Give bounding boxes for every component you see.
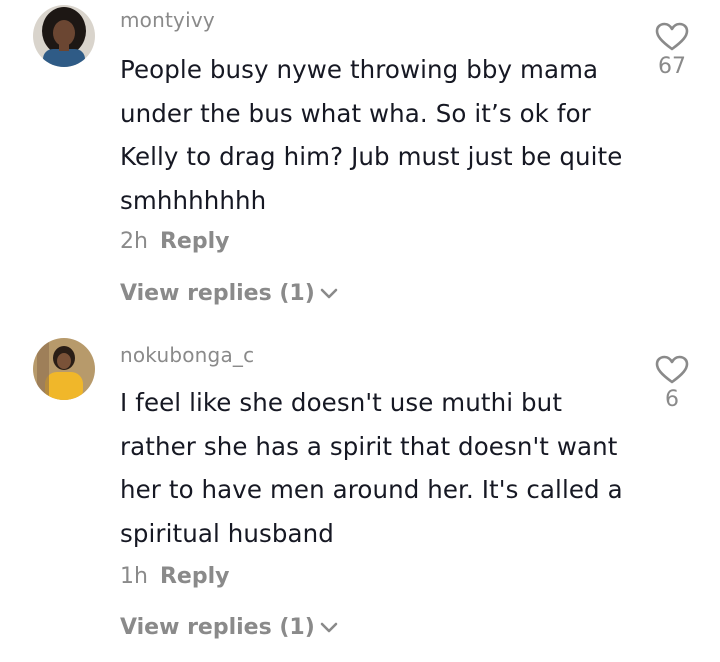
chevron-down-icon — [320, 622, 338, 633]
chevron-down-icon — [320, 288, 338, 299]
avatar[interactable] — [33, 5, 95, 67]
reply-button[interactable]: Reply — [160, 229, 230, 254]
view-replies-label: View replies (1) — [120, 281, 315, 306]
like-button[interactable]: 6 — [647, 355, 697, 413]
avatar[interactable] — [33, 338, 95, 400]
comment-meta: 2h Reply — [120, 228, 229, 256]
avatar-image — [33, 5, 95, 67]
comment-text: People busy nywe throwing bby mama under… — [120, 55, 623, 215]
heart-outline-icon[interactable] — [655, 355, 689, 385]
reply-button[interactable]: Reply — [160, 564, 230, 589]
like-count: 6 — [665, 387, 679, 412]
like-button[interactable]: 67 — [647, 22, 697, 80]
view-replies-button[interactable]: View replies (1) — [120, 280, 339, 308]
like-count: 67 — [658, 54, 686, 79]
heart-outline-icon[interactable] — [655, 22, 689, 52]
avatar-image — [33, 338, 95, 400]
comment-username[interactable]: montyivy — [120, 8, 215, 32]
comment-text: I feel like she doesn't use muthi but ra… — [120, 388, 623, 548]
comment-timestamp: 2h — [120, 229, 148, 254]
comment-meta: 1h Reply — [120, 563, 229, 591]
view-replies-button[interactable]: View replies (1) — [120, 614, 339, 642]
view-replies-label: View replies (1) — [120, 615, 315, 640]
comment-timestamp: 1h — [120, 564, 148, 589]
comment-item: montyivy People busy nywe throwing bby m… — [0, 0, 720, 330]
comment-username[interactable]: nokubonga_c — [120, 343, 254, 367]
comment-item: nokubonga_c I feel like she doesn't use … — [0, 330, 720, 662]
